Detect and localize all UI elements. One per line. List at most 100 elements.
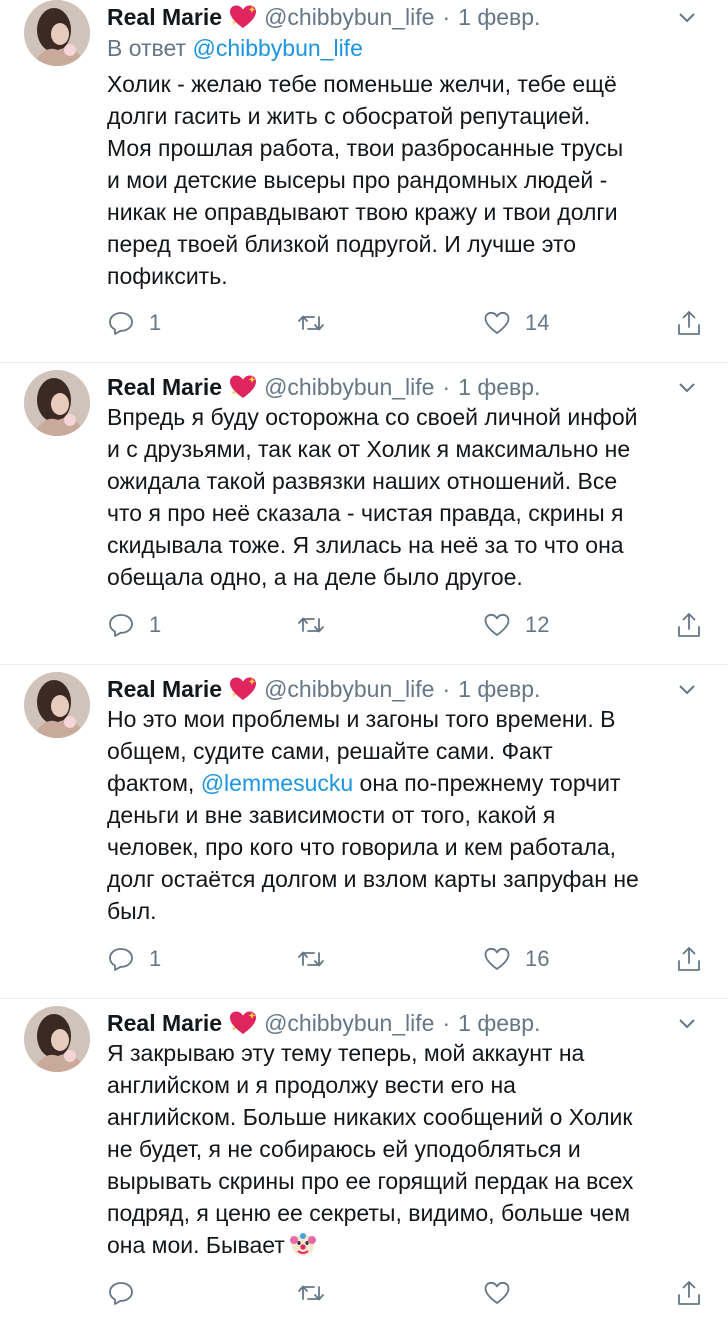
user-mention-link[interactable]: @lemmesucku <box>201 770 353 796</box>
share-icon <box>678 947 700 971</box>
tweet-actions <box>107 1276 703 1310</box>
reply-icon <box>109 1282 133 1305</box>
text-line: и с друзьями, так как от Холик я максима… <box>107 436 631 462</box>
mention-prefix: фактом, <box>107 770 201 796</box>
text-line: что я про неё сказала - чистая правда, с… <box>107 500 624 526</box>
text-line: никак не оправдывают твою кражу и твои д… <box>107 199 618 225</box>
avatar-photo <box>24 0 90 66</box>
separator-dot: · <box>442 3 451 30</box>
text-line: деньги и вне зависимости от того, какой … <box>107 802 556 828</box>
like-button[interactable]: 14 <box>483 306 549 340</box>
tweet-date[interactable]: 1 февр. <box>458 4 540 31</box>
author-name[interactable]: Real Marie <box>107 4 222 31</box>
retweet-icon <box>298 315 324 331</box>
chevron-down-icon[interactable] <box>676 678 698 700</box>
reply-button[interactable] <box>107 1276 149 1310</box>
retweet-button[interactable] <box>297 1276 339 1310</box>
sparkling-heart-icon <box>230 677 257 700</box>
tweet-divider <box>0 362 728 363</box>
avatar[interactable] <box>24 1006 90 1072</box>
tweet-actions: 1 12 <box>107 608 703 642</box>
avatar[interactable] <box>24 370 90 436</box>
reply-to-mention[interactable]: @chibbybun_life <box>192 35 362 61</box>
tweet-header: Real Marie @chibbybun_life · 1 февр. <box>107 1008 698 1038</box>
reply-button[interactable]: 1 <box>107 306 161 340</box>
author-name[interactable]: Real Marie <box>107 374 222 401</box>
reply-button[interactable]: 1 <box>107 608 161 642</box>
like-icon <box>484 613 510 636</box>
text-line: был. <box>107 898 157 924</box>
tweet-divider <box>0 664 728 665</box>
like-button[interactable]: 16 <box>483 942 549 976</box>
reply-icon <box>109 312 133 335</box>
like-button[interactable]: 12 <box>483 608 549 642</box>
author-handle[interactable]: @chibbybun_life <box>264 374 434 401</box>
share-button[interactable] <box>675 1276 703 1310</box>
tweet-text: Впредь я буду осторожна со своей личной … <box>107 401 707 593</box>
tweet-header: Real Marie @chibbybun_life · 1 февр. <box>107 372 698 402</box>
text-line: Я закрываю эту тему теперь, мой аккаунт … <box>107 1040 585 1066</box>
text-line: человек, про кого что говорила и кем раб… <box>107 834 617 860</box>
reply-prefix: В ответ <box>107 35 187 61</box>
author-handle[interactable]: @chibbybun_life <box>264 676 434 703</box>
author-name[interactable]: Real Marie <box>107 676 222 703</box>
reply-count: 1 <box>149 310 162 335</box>
retweet-icon <box>298 617 324 633</box>
tweet-header: Real Marie @chibbybun_life · 1 февр. <box>107 2 698 32</box>
tweet-date[interactable]: 1 февр. <box>458 1010 540 1037</box>
text-line: Моя прошлая работа, твои разбросанные тр… <box>107 135 624 161</box>
chevron-down-icon[interactable] <box>676 1012 698 1034</box>
reply-count: 1 <box>149 946 162 971</box>
like-count: 14 <box>525 310 550 335</box>
tweet-date[interactable]: 1 февр. <box>458 676 540 703</box>
sparkling-heart-icon <box>230 1011 257 1034</box>
last-line-text: она мои. Бывает <box>107 1232 285 1258</box>
text-line: Но это мои проблемы и загоны того времен… <box>107 706 616 732</box>
retweet-icon <box>298 1285 324 1301</box>
share-button[interactable] <box>675 608 703 642</box>
author-name[interactable]: Real Marie <box>107 1010 222 1037</box>
text-line: обещала одно, а на деле было другое. <box>107 564 523 590</box>
tweet-feed: Real Marie @chibbybun_life · 1 февр. В о… <box>0 0 728 1324</box>
text-line: долг остаётся долгом и взлом карты запру… <box>107 866 639 892</box>
text-line: и мои детские высеры про рандомных людей… <box>107 167 608 193</box>
like-button[interactable] <box>483 1276 525 1310</box>
retweet-button[interactable] <box>297 306 339 340</box>
reply-icon <box>109 948 133 971</box>
text-line: не будет, я не собираюсь ей уподобляться… <box>107 1136 581 1162</box>
chevron-down-icon[interactable] <box>676 6 698 28</box>
author-handle[interactable]: @chibbybun_life <box>264 1010 434 1037</box>
text-line: скидывала тоже. Я злилась на неё за то ч… <box>107 532 624 558</box>
like-icon <box>484 1281 510 1304</box>
chevron-down-icon[interactable] <box>676 376 698 398</box>
avatar[interactable] <box>24 0 90 66</box>
share-button[interactable] <box>675 306 703 340</box>
share-icon <box>678 613 700 637</box>
tweet-actions: 1 14 <box>107 306 703 340</box>
like-icon <box>484 311 510 334</box>
mention-suffix: она по-прежнему торчит <box>353 770 621 796</box>
reply-count: 1 <box>149 612 162 637</box>
text-line: Впредь я буду осторожна со своей личной … <box>107 404 638 430</box>
replying-to: В ответ @chibbybun_life <box>107 35 363 62</box>
text-line: пофиксить. <box>107 263 228 289</box>
retweet-button[interactable] <box>297 942 339 976</box>
like-icon <box>484 947 510 970</box>
retweet-button[interactable] <box>297 608 339 642</box>
tweet-text: Я закрываю эту тему теперь, мой аккаунт … <box>107 1037 707 1261</box>
sparkling-heart-icon <box>230 5 257 28</box>
retweet-icon <box>298 951 324 967</box>
text-line: общем, судите сами, решайте сами. Факт <box>107 738 553 764</box>
reply-button[interactable]: 1 <box>107 942 161 976</box>
text-line: английском. Больше никаких сообщений о Х… <box>107 1104 633 1130</box>
tweet-text: Холик - желаю тебе поменьше желчи, тебе … <box>107 68 707 292</box>
like-count: 16 <box>525 946 550 971</box>
avatar-photo <box>24 672 90 738</box>
tweet-date[interactable]: 1 февр. <box>458 374 540 401</box>
avatar[interactable] <box>24 672 90 738</box>
like-count: 12 <box>525 612 550 637</box>
tweet-header: Real Marie @chibbybun_life · 1 февр. <box>107 674 698 704</box>
share-button[interactable] <box>675 942 703 976</box>
author-handle[interactable]: @chibbybun_life <box>264 4 434 31</box>
text-line: перед твоей близкой подругой. И лучше эт… <box>107 231 577 257</box>
